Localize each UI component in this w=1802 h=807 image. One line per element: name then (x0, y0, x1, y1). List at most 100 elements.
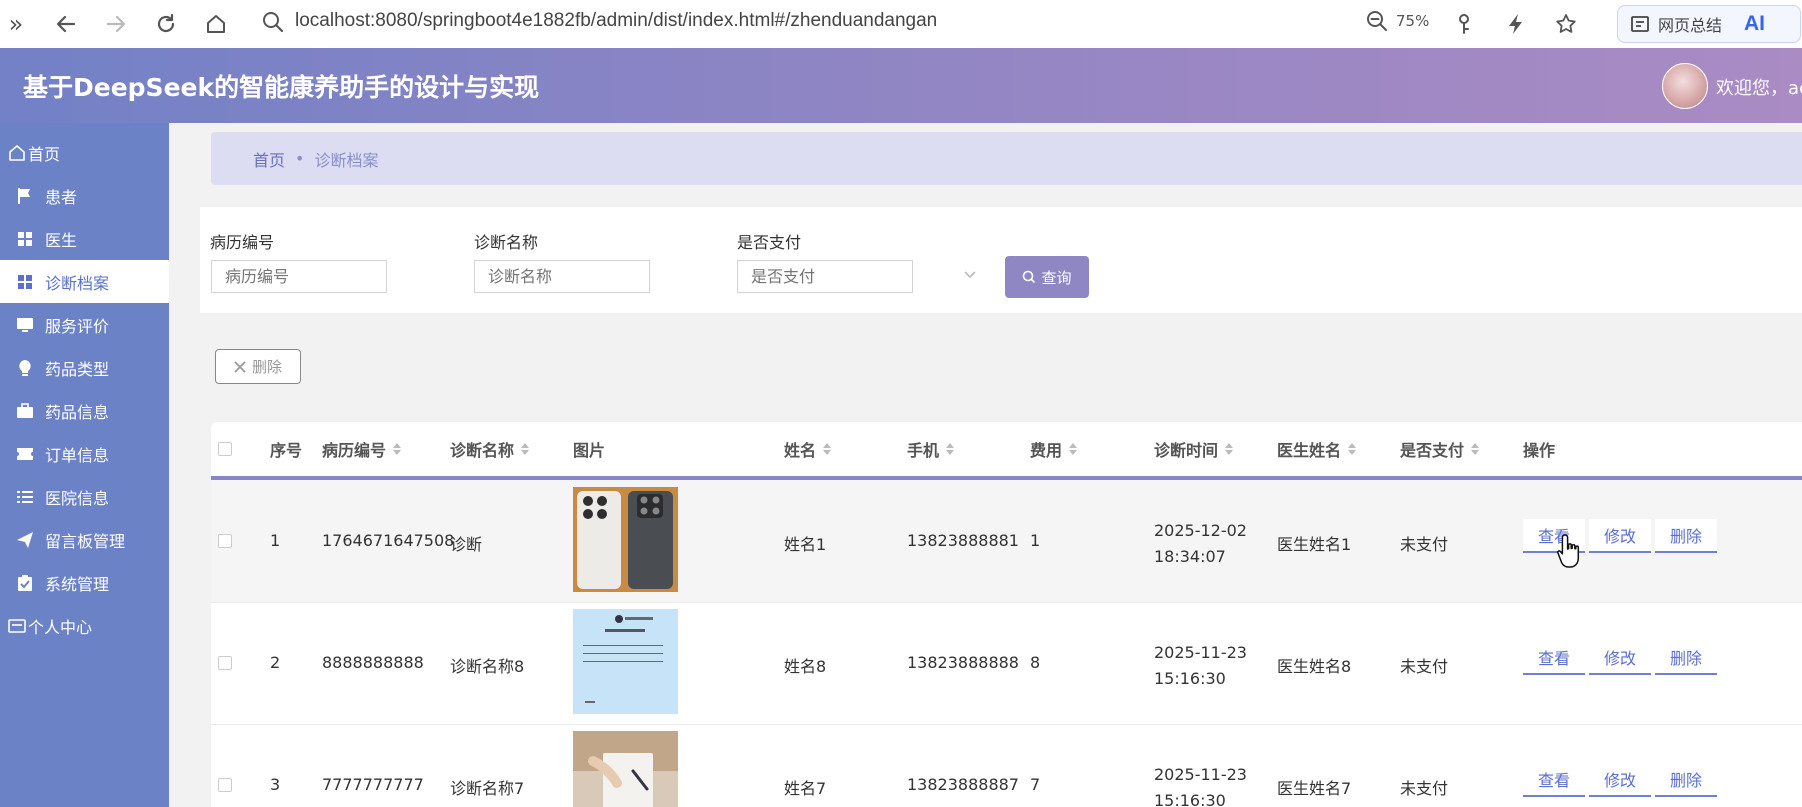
col-image: 图片 (573, 441, 606, 460)
cell-doctor: 医生姓名8 (1277, 657, 1352, 676)
sort-icon[interactable] (393, 440, 402, 459)
row-checkbox[interactable] (218, 656, 232, 670)
view-button[interactable]: 查看 (1523, 763, 1585, 797)
key-icon[interactable] (1448, 8, 1480, 40)
col-phone[interactable]: 手机 (907, 422, 955, 476)
cell-phone: 13823888881 (907, 531, 1019, 550)
col-name[interactable]: 姓名 (784, 422, 832, 476)
table-header: 序号 病历编号 诊断名称 图片 姓名 手机 费用 诊断时间 医生姓名 是否支付 … (211, 422, 1802, 480)
breadcrumb-current: 诊断档案 (314, 150, 379, 170)
sort-icon[interactable] (823, 440, 832, 459)
writing-photo-image[interactable] (573, 731, 678, 807)
col-doctor-name[interactable]: 医生姓名 (1277, 422, 1357, 476)
edit-button[interactable]: 修改 (1589, 641, 1651, 675)
forward-icon[interactable] (100, 8, 132, 40)
batch-delete-button[interactable]: 删除 (215, 349, 301, 384)
star-icon[interactable] (1550, 8, 1582, 40)
cell-diagnosis: 诊断 (450, 535, 483, 554)
sidebar-item-home[interactable]: 首页 (0, 131, 169, 174)
cell-name: 姓名8 (784, 657, 827, 676)
back-icon[interactable] (50, 8, 82, 40)
col-is-paid[interactable]: 是否支付 (1400, 422, 1480, 476)
app-title: 基于DeepSeek的智能康养助手的设计与实现 (23, 73, 540, 102)
edit-button[interactable]: 修改 (1589, 519, 1651, 553)
phone-photo-image[interactable] (573, 487, 678, 592)
diagnosis-name-input[interactable] (474, 260, 650, 293)
sort-icon[interactable] (1069, 440, 1078, 459)
page-summary-button[interactable]: 网页总结 AI (1617, 5, 1801, 43)
sidebar-item-label: 药品类型 (45, 359, 110, 379)
cell-fee: 7 (1030, 775, 1041, 794)
col-fee[interactable]: 费用 (1030, 422, 1078, 476)
hand-cursor-icon (1557, 534, 1580, 568)
address-bar[interactable]: localhost:8080/springboot4e1882fb/admin/… (295, 10, 937, 32)
sidebar-item-patients[interactable]: 患者 (0, 174, 169, 217)
cell-time: 2025-11-23 15:16:30 (1154, 643, 1247, 688)
records-table: 序号 病历编号 诊断名称 图片 姓名 手机 费用 诊断时间 医生姓名 是否支付 … (211, 422, 1802, 807)
sort-icon[interactable] (521, 440, 530, 459)
sort-icon[interactable] (1471, 440, 1480, 459)
is-paid-label: 是否支付 (737, 233, 802, 252)
cell-name: 姓名1 (784, 535, 827, 554)
reload-icon[interactable] (150, 8, 182, 40)
sidebar-toggle-icon[interactable]: » (0, 8, 32, 40)
chevron-down-icon[interactable] (963, 267, 977, 281)
sidebar-item-hospitals[interactable]: 医院信息 (0, 475, 169, 518)
row-checkbox[interactable] (218, 778, 232, 792)
sort-icon[interactable] (1225, 440, 1234, 459)
zoom-indicator[interactable]: 75% (1366, 10, 1429, 32)
summary-label: 网页总结 (1658, 16, 1723, 35)
cell-doctor: 医生姓名1 (1277, 535, 1352, 554)
sidebar-item-personal-center[interactable]: 个人中心 (0, 604, 169, 647)
sort-icon[interactable] (1348, 440, 1357, 459)
sort-icon[interactable] (946, 440, 955, 459)
sidebar-item-service-reviews[interactable]: 服务评价 (0, 303, 169, 346)
sidebar-item-doctors[interactable]: 医生 (0, 217, 169, 260)
delete-button[interactable]: 删除 (1655, 763, 1717, 797)
sidebar: 首页 患者 医生 诊断档案 服务评价 药品类型 药品信息 订单信息 医院信息 留… (0, 123, 169, 807)
edit-button[interactable]: 修改 (1589, 763, 1651, 797)
view-button[interactable]: 查看 (1523, 641, 1585, 675)
delete-button[interactable]: 删除 (1655, 641, 1717, 675)
batch-delete-label: 删除 (251, 358, 282, 376)
cell-phone: 13823888887 (907, 775, 1019, 794)
close-icon (234, 360, 246, 373)
sidebar-item-orders[interactable]: 订单信息 (0, 432, 169, 475)
cell-diagnosis: 诊断名称7 (450, 779, 525, 798)
zoom-level: 75% (1396, 12, 1430, 30)
col-diagnosis-name[interactable]: 诊断名称 (450, 422, 530, 476)
form-photo-image[interactable] (573, 609, 678, 714)
breadcrumb-home[interactable]: 首页 (253, 147, 285, 171)
col-diagnosis-time[interactable]: 诊断时间 (1154, 422, 1234, 476)
query-label: 查询 (1041, 268, 1072, 287)
briefcase-icon (16, 402, 34, 420)
is-paid-select[interactable] (737, 260, 913, 293)
send-icon (16, 531, 34, 549)
sidebar-item-label: 订单信息 (45, 445, 110, 465)
sidebar-item-drug-info[interactable]: 药品信息 (0, 389, 169, 432)
sidebar-item-diagnosis-records[interactable]: 诊断档案 (0, 260, 169, 303)
sidebar-item-drug-types[interactable]: 药品类型 (0, 346, 169, 389)
delete-button[interactable]: 删除 (1655, 519, 1717, 553)
col-index: 序号 (270, 441, 303, 460)
select-all-checkbox[interactable] (218, 442, 232, 456)
sidebar-item-message-board[interactable]: 留言板管理 (0, 518, 169, 561)
row-checkbox[interactable] (218, 534, 232, 548)
cell-record-no: 1764671647508 (322, 531, 455, 550)
sidebar-item-system[interactable]: 系统管理 (0, 561, 169, 604)
list-icon (16, 488, 34, 506)
home-browser-icon[interactable] (200, 8, 232, 40)
query-button[interactable]: 查询 (1005, 256, 1089, 298)
card-icon (8, 617, 26, 635)
zoom-out-icon (1367, 11, 1387, 31)
col-record-no[interactable]: 病历编号 (322, 422, 402, 476)
cell-name: 姓名7 (784, 779, 827, 798)
flag-icon (16, 187, 34, 205)
col-actions: 操作 (1523, 441, 1556, 460)
record-no-input[interactable] (211, 260, 387, 293)
cell-paid: 未支付 (1400, 779, 1449, 798)
home-icon (8, 144, 26, 162)
avatar[interactable] (1662, 63, 1708, 109)
lightning-icon[interactable] (1500, 8, 1532, 40)
sidebar-item-label: 留言板管理 (45, 531, 126, 551)
